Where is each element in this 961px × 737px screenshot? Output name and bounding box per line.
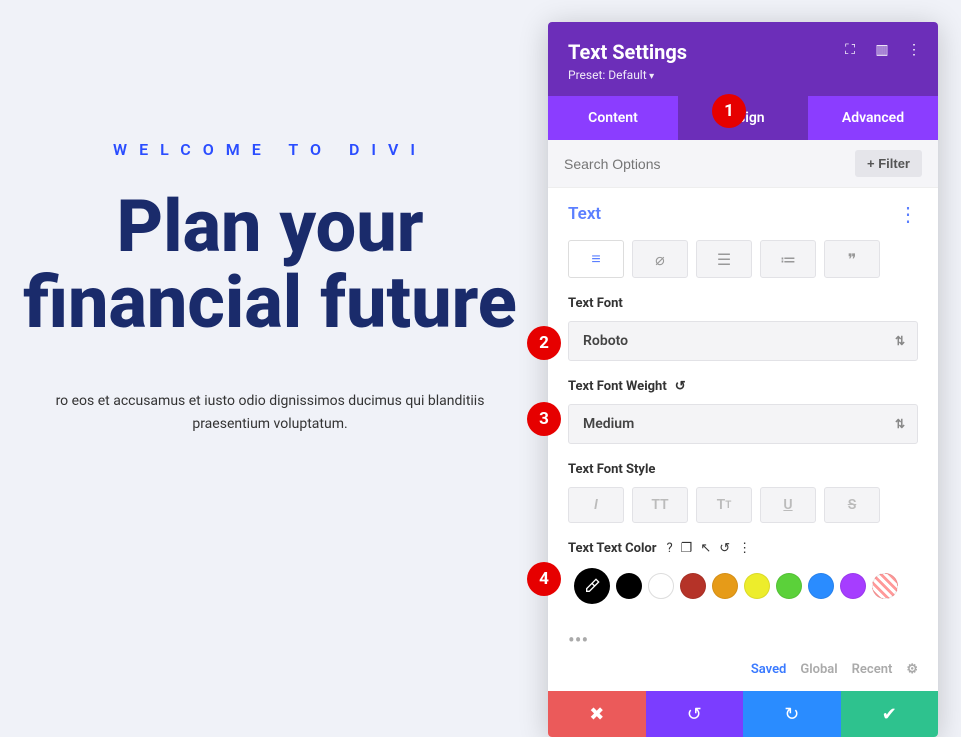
menu-icon[interactable]: ⋮ [906,42,922,58]
reset-icon[interactable]: ↺ [675,379,686,394]
style-label: Text Font Style [568,462,918,477]
color-tab-recent[interactable]: Recent [852,662,893,677]
color-picker-button[interactable] [574,568,610,604]
headline: Plan your financial future [0,189,540,340]
gear-icon[interactable]: ⚙ [906,662,918,677]
uppercase-button[interactable]: TT [632,487,688,523]
color-tab-global[interactable]: Global [800,662,837,677]
color-menu-icon[interactable]: ⋮ [738,541,751,556]
hover-icon[interactable]: ↖ [700,541,711,556]
italic-button[interactable]: I [568,487,624,523]
save-button[interactable]: ✔ [841,691,939,737]
swatch-blue[interactable] [808,573,834,599]
ordered-list-icon[interactable]: ≔ [760,240,816,278]
swatch-black[interactable] [616,573,642,599]
weight-select[interactable]: Medium [568,404,918,444]
panel-header: Text Settings Preset: Default ⛶ ▥ ⋮ [548,22,938,96]
align-left-icon[interactable]: ≡ [568,240,624,278]
quote-icon[interactable]: ❞ [824,240,880,278]
color-tab-saved[interactable]: Saved [751,662,787,677]
swatch-yellow[interactable] [744,573,770,599]
section-menu-icon[interactable]: ⋮ [898,202,918,226]
redo-button[interactable]: ↻ [743,691,841,737]
swatch-transparent[interactable] [872,573,898,599]
underline-button[interactable]: U [760,487,816,523]
tab-content[interactable]: Content [548,96,678,140]
text-settings-panel: Text Settings Preset: Default ⛶ ▥ ⋮ Cont… [548,22,938,737]
annotation-badge-1: 1 [712,94,746,128]
unordered-list-icon[interactable]: ☰ [696,240,752,278]
annotation-badge-3: 3 [527,402,561,436]
link-icon[interactable]: ⌀ [632,240,688,278]
section-title: Text [568,204,601,224]
annotation-badge-2: 2 [527,326,561,360]
swatch-red[interactable] [680,573,706,599]
layout-icon[interactable]: ▥ [874,42,890,58]
filter-button[interactable]: + Filter [855,150,922,177]
more-icon[interactable]: ••• [548,628,938,662]
smallcaps-button[interactable]: TT [696,487,752,523]
weight-label: Text Font Weight ↺ [568,379,918,394]
tab-advanced[interactable]: Advanced [808,96,938,140]
strikethrough-button[interactable]: S [824,487,880,523]
swatch-green[interactable] [776,573,802,599]
undo-button[interactable]: ↺ [646,691,744,737]
font-select[interactable]: Roboto [568,321,918,361]
swatch-white[interactable] [648,573,674,599]
preset-selector[interactable]: Preset: Default [568,68,918,82]
swatch-orange[interactable] [712,573,738,599]
help-icon[interactable]: ? [667,541,673,556]
color-label: Text Text Color [568,541,657,556]
annotation-badge-4: 4 [527,562,561,596]
welcome-label: WELCOME TO DIVI [0,140,540,159]
font-label: Text Font [568,296,918,311]
swatch-purple[interactable] [840,573,866,599]
search-input[interactable] [564,156,855,172]
expand-icon[interactable]: ⛶ [842,42,858,58]
reset-color-icon[interactable]: ↺ [719,541,730,556]
cancel-button[interactable]: ✖ [548,691,646,737]
subtext: ro eos et accusamus et iusto odio dignis… [0,390,540,435]
device-icon[interactable]: ❐ [681,541,693,556]
